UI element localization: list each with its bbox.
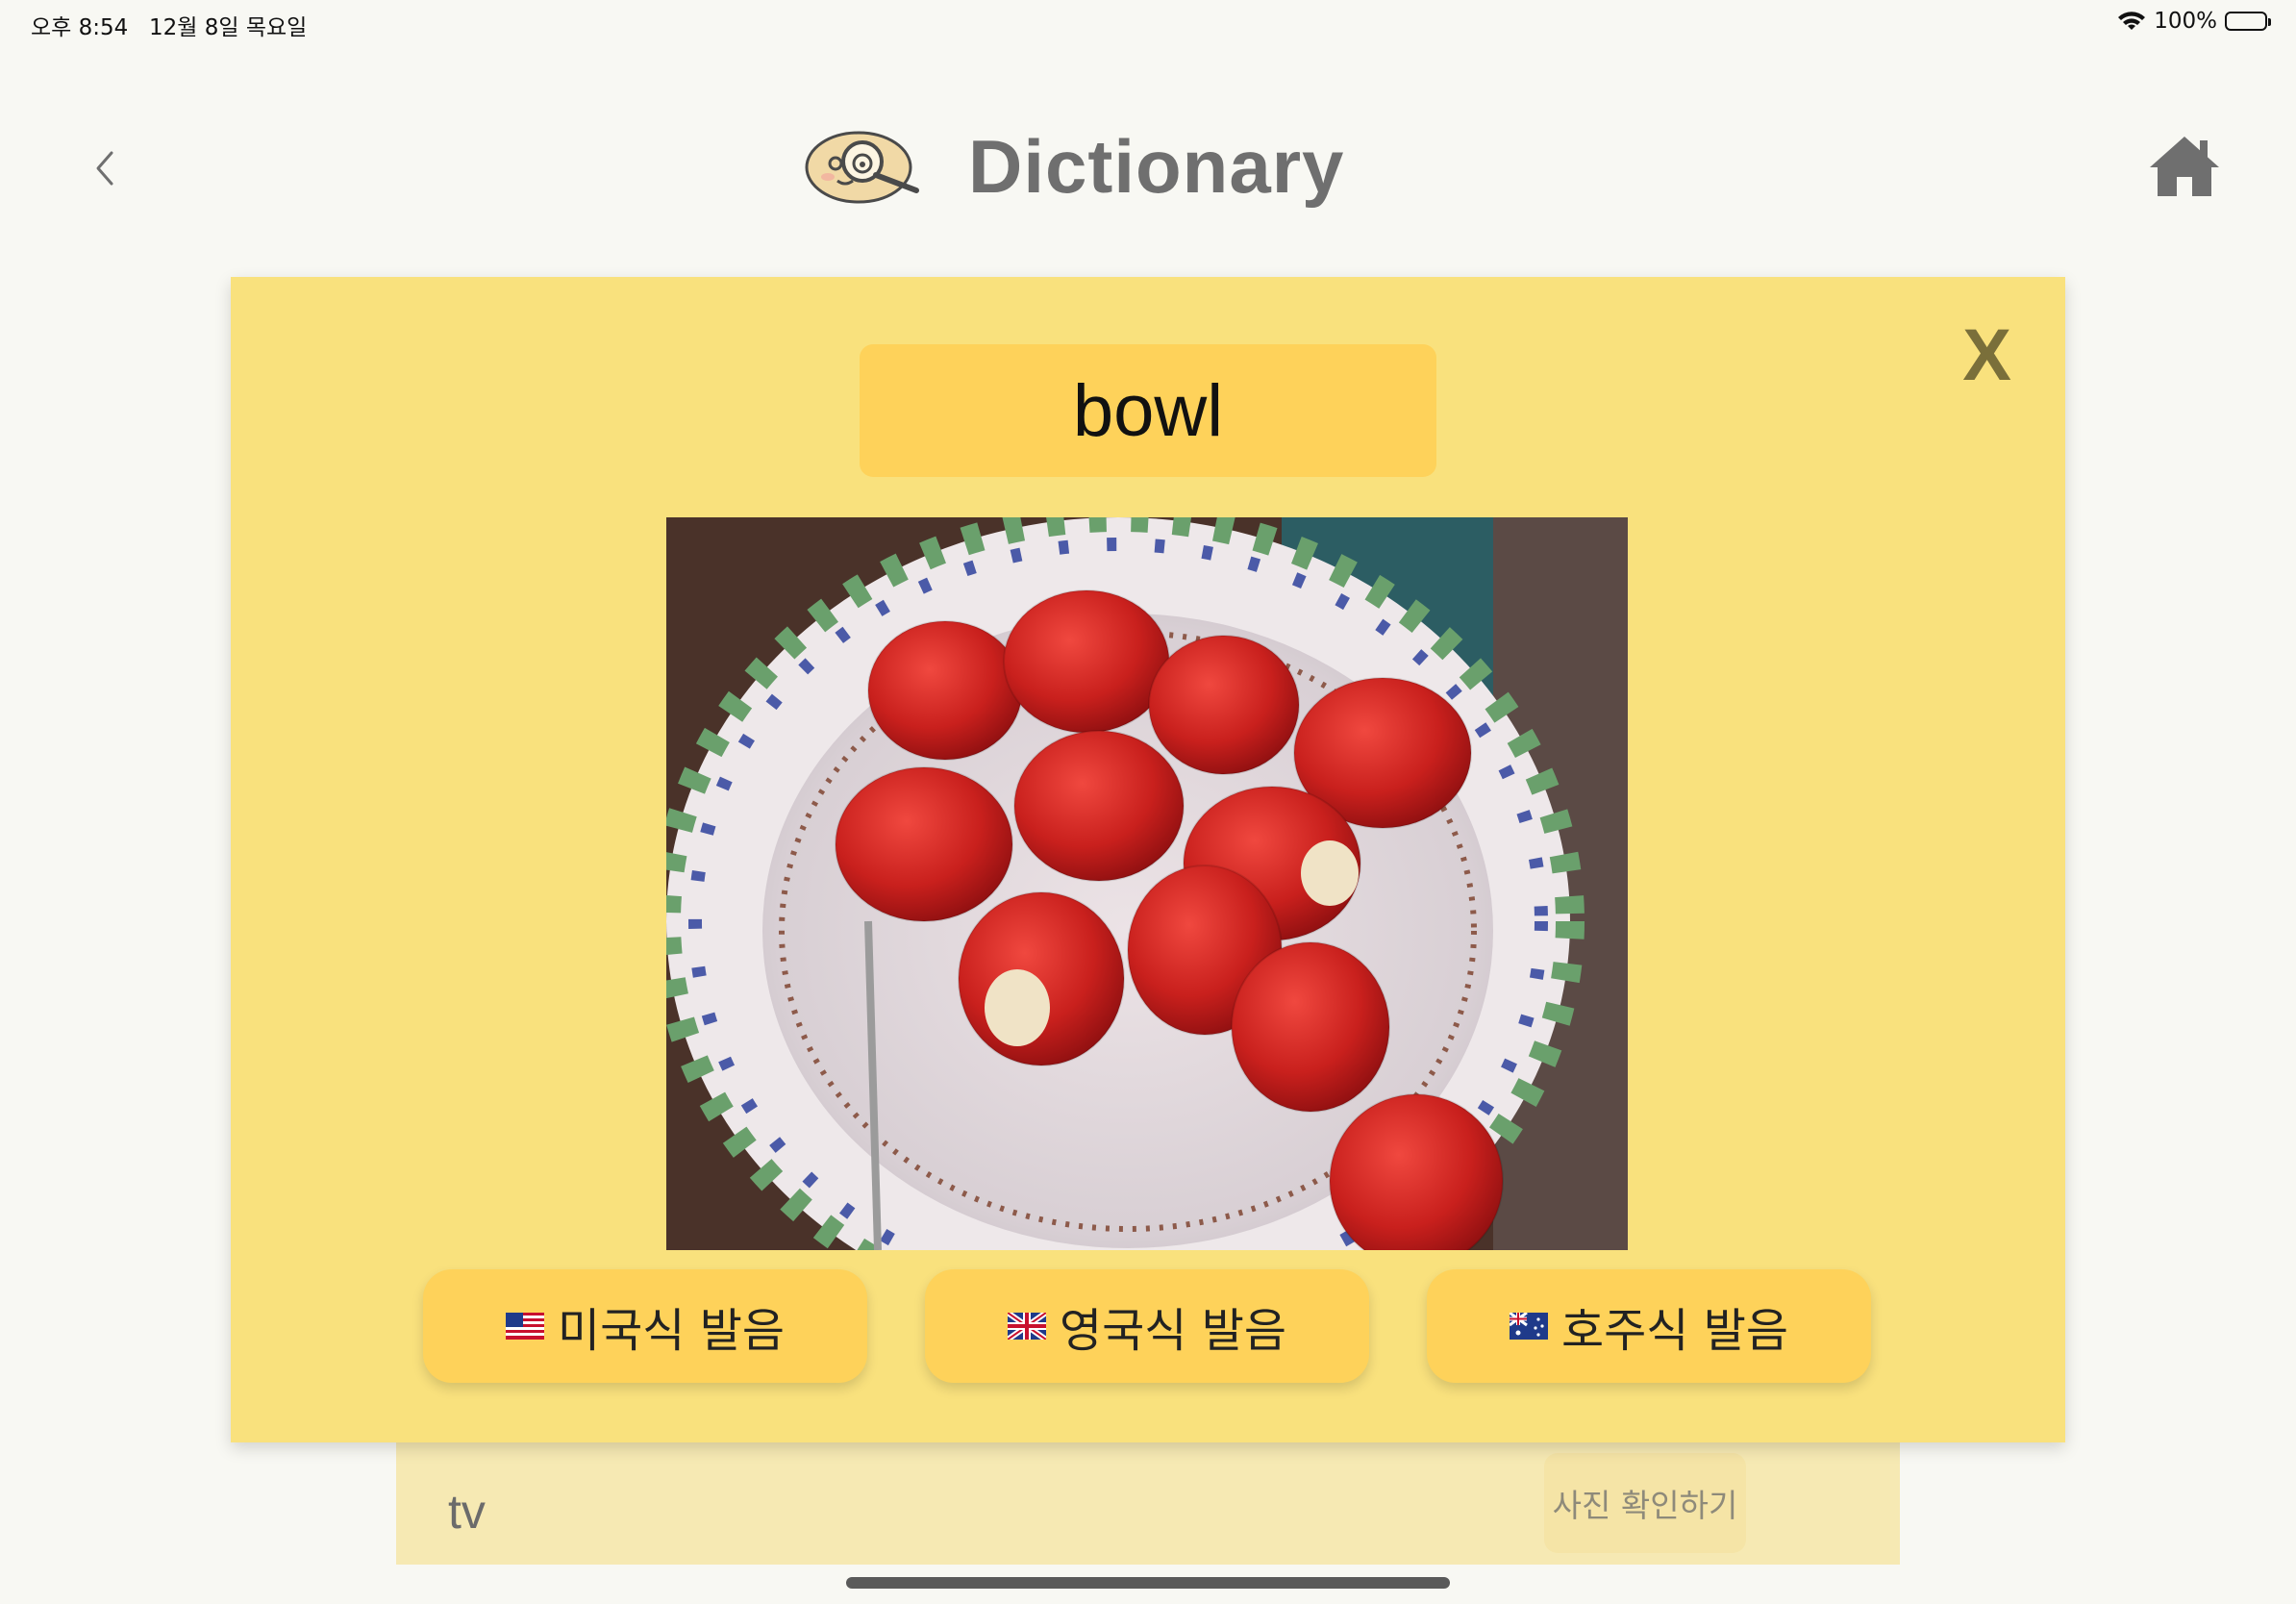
- au-pronunciation-button[interactable]: 호주식 발음: [1427, 1269, 1871, 1383]
- list-item: tv 사진 확인하기: [396, 1438, 1900, 1565]
- us-pronunciation-button[interactable]: 미국식 발음: [423, 1269, 867, 1383]
- page-title: Dictionary: [968, 124, 1345, 209]
- status-date: 12월 8일 목요일: [149, 15, 308, 40]
- home-button[interactable]: [2148, 133, 2221, 204]
- status-right: 100%: [2117, 9, 2271, 34]
- us-pronunciation-label: 미국식 발음: [557, 1304, 786, 1358]
- wifi-icon: [2117, 11, 2146, 32]
- us-flag-icon: [505, 1313, 544, 1340]
- word-modal: X bowl 미국식 발음 영국식 발음 호주식 발음: [231, 277, 2065, 1442]
- uk-flag-icon: [1007, 1313, 1046, 1340]
- home-icon: [2150, 137, 2219, 196]
- status-bar: 오후 8:54 12월 8일 목요일 100%: [0, 0, 2296, 48]
- word-image: [666, 517, 1628, 1250]
- battery-percent: 100%: [2154, 9, 2217, 34]
- pronunciation-buttons: 미국식 발음 영국식 발음 호주식 발음: [423, 1269, 1871, 1383]
- home-indicator[interactable]: [846, 1577, 1450, 1589]
- logo-icon: [803, 125, 922, 210]
- view-photo-button[interactable]: 사진 확인하기: [1544, 1453, 1746, 1553]
- au-flag-icon: [1509, 1313, 1548, 1340]
- header-title: Dictionary: [803, 123, 1344, 211]
- au-pronunciation-label: 호주식 발음: [1560, 1304, 1789, 1358]
- status-time: 오후 8:54: [31, 15, 129, 40]
- close-button[interactable]: X: [1962, 319, 2011, 392]
- chevron-left-icon: [96, 151, 113, 186]
- back-button[interactable]: [85, 139, 123, 197]
- uk-pronunciation-label: 영국식 발음: [1059, 1304, 1287, 1358]
- uk-pronunciation-button[interactable]: 영국식 발음: [925, 1269, 1369, 1383]
- list-item-word: tv: [448, 1485, 486, 1539]
- word-title: bowl: [860, 344, 1436, 477]
- battery-icon: [2225, 12, 2271, 31]
